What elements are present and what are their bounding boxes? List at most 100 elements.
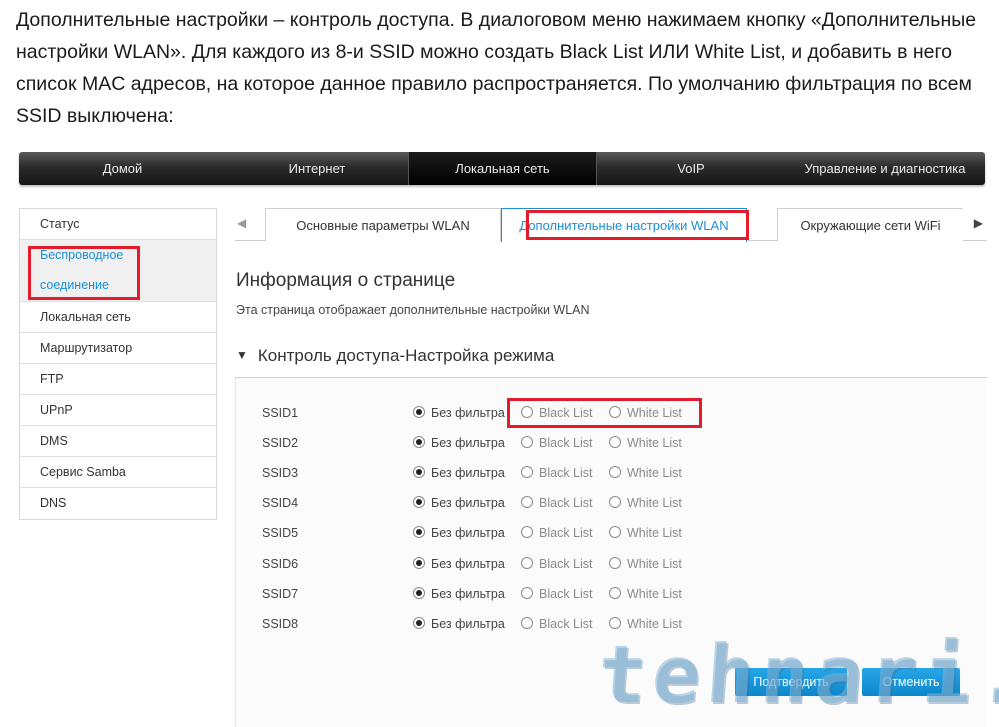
radio-unchecked-icon[interactable] <box>609 557 621 569</box>
radio-white-list[interactable]: White List <box>609 496 682 510</box>
radio-unchecked-icon[interactable] <box>521 406 533 418</box>
radio-no-filter[interactable]: Без фильтра <box>413 436 505 450</box>
sidebar-item-ftp[interactable]: FTP <box>20 364 216 395</box>
sidebar-item-label: UPnP <box>40 403 73 417</box>
radio-checked-icon[interactable] <box>413 496 425 508</box>
page-title: Информация о странице <box>236 270 456 291</box>
radio-unchecked-icon[interactable] <box>609 617 621 629</box>
tab-bar: ◀ Основные параметры WLAN Дополнительные… <box>235 208 987 242</box>
radio-checked-icon[interactable] <box>413 587 425 599</box>
radio-white-list[interactable]: White List <box>609 557 682 571</box>
radio-black-list[interactable]: Black List <box>521 496 593 510</box>
option-label: Black List <box>539 526 593 540</box>
radio-black-list[interactable]: Black List <box>521 587 593 601</box>
nav-item-home[interactable]: Домой <box>19 152 226 185</box>
radio-unchecked-icon[interactable] <box>609 466 621 478</box>
radio-no-filter[interactable]: Без фильтра <box>413 557 505 571</box>
nav-item-voip[interactable]: VoIP <box>597 152 785 185</box>
tab-advanced-wlan[interactable]: Дополнительные настройки WLAN <box>501 208 747 242</box>
radio-unchecked-icon[interactable] <box>521 496 533 508</box>
radio-black-list[interactable]: Black List <box>521 406 593 420</box>
section-title: Контроль доступа-Настройка режима <box>257 346 555 365</box>
radio-unchecked-icon[interactable] <box>609 436 621 448</box>
radio-unchecked-icon[interactable] <box>521 617 533 629</box>
radio-white-list[interactable]: White List <box>609 466 682 480</box>
option-label: Без фильтра <box>431 587 505 601</box>
option-label: White List <box>627 587 682 601</box>
nav-item-local-network[interactable]: Локальная сеть <box>408 152 597 185</box>
sidebar-item-label: Сервис Samba <box>40 465 126 479</box>
radio-unchecked-icon[interactable] <box>609 587 621 599</box>
option-label: White List <box>627 526 682 540</box>
radio-black-list[interactable]: Black List <box>521 557 593 571</box>
nav-item-management[interactable]: Управление и диагностика <box>785 152 985 185</box>
section-header[interactable]: ▼ Контроль доступа-Настройка режима <box>236 346 554 366</box>
radio-checked-icon[interactable] <box>413 466 425 478</box>
radio-checked-icon[interactable] <box>413 617 425 629</box>
radio-checked-icon[interactable] <box>413 406 425 418</box>
option-label: Black List <box>539 436 593 450</box>
radio-white-list[interactable]: White List <box>609 406 682 420</box>
nav-item-internet[interactable]: Интернет <box>226 152 408 185</box>
tab-scroll-left-icon[interactable]: ◀ <box>237 216 246 230</box>
radio-white-list[interactable]: White List <box>609 526 682 540</box>
sidebar-item-dns[interactable]: DNS <box>20 488 216 519</box>
radio-unchecked-icon[interactable] <box>521 526 533 538</box>
page-description: Эта страница отображает дополнительные н… <box>236 303 590 317</box>
option-label: White List <box>627 617 682 631</box>
option-label: White List <box>627 557 682 571</box>
tab-nearby-wifi[interactable]: Окружающие сети WiFi <box>777 208 963 241</box>
tab-basic-wlan[interactable]: Основные параметры WLAN <box>265 208 501 241</box>
ssid-label: SSID8 <box>262 617 299 631</box>
radio-checked-icon[interactable] <box>413 436 425 448</box>
sidebar-item-upnp[interactable]: UPnP <box>20 395 216 426</box>
radio-no-filter[interactable]: Без фильтра <box>413 496 505 510</box>
radio-unchecked-icon[interactable] <box>609 526 621 538</box>
option-label: Black List <box>539 557 593 571</box>
sidebar-item-samba[interactable]: Сервис Samba <box>20 457 216 488</box>
sidebar-item-local-network[interactable]: Локальная сеть <box>20 302 216 333</box>
sidebar-item-label: Маршрутизатор <box>40 341 133 355</box>
radio-white-list[interactable]: White List <box>609 436 682 450</box>
option-label: Без фильтра <box>431 557 505 571</box>
radio-unchecked-icon[interactable] <box>521 587 533 599</box>
apply-button[interactable]: Подтвердить <box>735 668 847 696</box>
radio-checked-icon[interactable] <box>413 526 425 538</box>
radio-checked-icon[interactable] <box>413 557 425 569</box>
sidebar-item-dms[interactable]: DMS <box>20 426 216 457</box>
sidebar-item-wireless[interactable]: Беспроводное соединение <box>20 240 216 302</box>
sidebar-item-label: Беспроводное соединение <box>40 248 124 292</box>
radio-unchecked-icon[interactable] <box>521 557 533 569</box>
radio-black-list[interactable]: Black List <box>521 526 593 540</box>
sidebar-item-router[interactable]: Маршрутизатор <box>20 333 216 364</box>
sidebar-item-label: DMS <box>40 434 68 448</box>
radio-black-list[interactable]: Black List <box>521 617 593 631</box>
ssid-label: SSID1 <box>262 406 299 420</box>
radio-black-list[interactable]: Black List <box>521 436 593 450</box>
radio-unchecked-icon[interactable] <box>521 436 533 448</box>
radio-unchecked-icon[interactable] <box>609 406 621 418</box>
tab-scroll-right-icon[interactable]: ▶ <box>974 216 983 230</box>
option-label: White List <box>627 436 682 450</box>
collapse-triangle-icon[interactable]: ▼ <box>236 348 248 362</box>
radio-no-filter[interactable]: Без фильтра <box>413 526 505 540</box>
ssid-label: SSID3 <box>262 466 299 480</box>
intro-paragraph: Дополнительные настройки – контроль дост… <box>16 9 977 127</box>
radio-unchecked-icon[interactable] <box>609 496 621 508</box>
option-label: Black List <box>539 406 593 420</box>
ssid-label: SSID2 <box>262 436 299 450</box>
radio-no-filter[interactable]: Без фильтра <box>413 587 505 601</box>
radio-white-list[interactable]: White List <box>609 617 682 631</box>
radio-no-filter[interactable]: Без фильтра <box>413 466 505 480</box>
radio-white-list[interactable]: White List <box>609 587 682 601</box>
radio-no-filter[interactable]: Без фильтра <box>413 617 505 631</box>
ssid-label: SSID4 <box>262 496 299 510</box>
sidebar-item-status[interactable]: Статус <box>20 209 216 240</box>
option-label: Black List <box>539 496 593 510</box>
cancel-button[interactable]: Отменить <box>862 668 960 696</box>
option-label: Black List <box>539 587 593 601</box>
radio-black-list[interactable]: Black List <box>521 466 593 480</box>
radio-no-filter[interactable]: Без фильтра <box>413 406 505 420</box>
sidebar-item-label: FTP <box>40 372 64 386</box>
radio-unchecked-icon[interactable] <box>521 466 533 478</box>
